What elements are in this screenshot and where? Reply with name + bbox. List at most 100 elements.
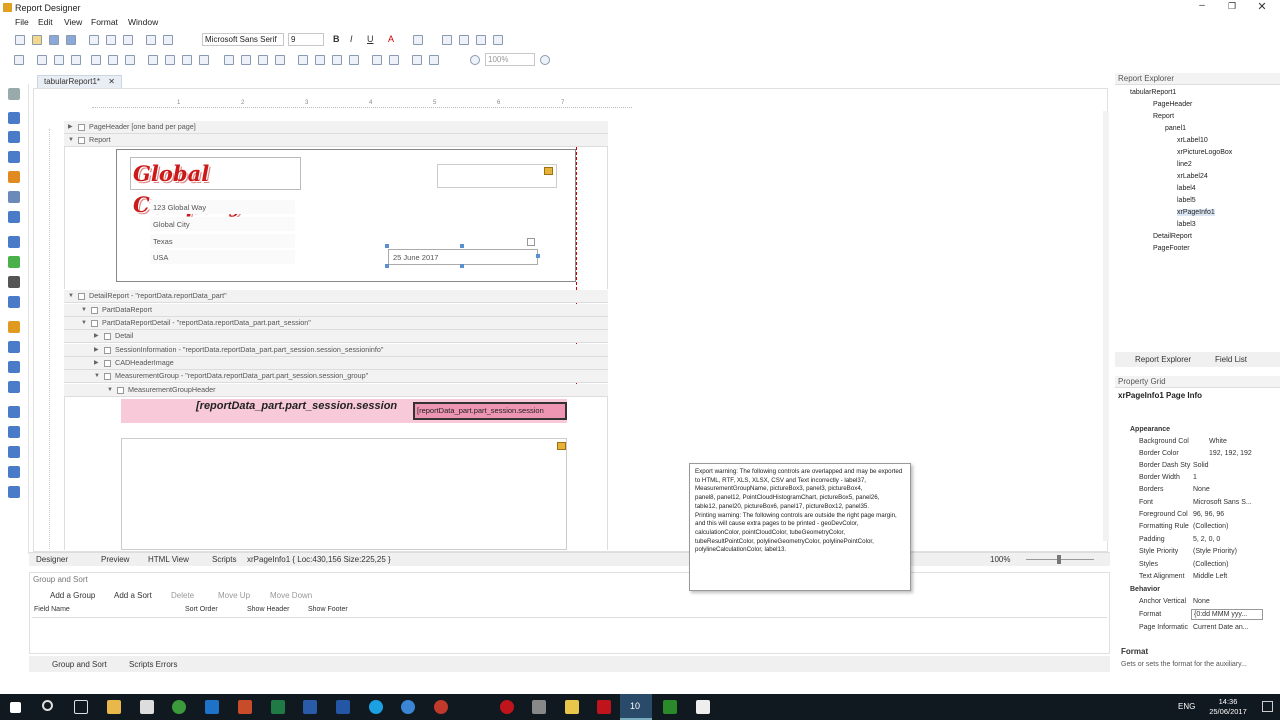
logo-picture-box[interactable] [437,164,557,188]
band-report[interactable]: ▼ Report [64,134,608,147]
tab-group-and-sort[interactable]: Group and Sort [52,660,107,669]
tree-item[interactable]: DetailReport [1153,233,1192,240]
tab-designer[interactable]: Designer [36,555,68,564]
align-left-icon[interactable] [442,35,452,45]
save-all-icon[interactable] [66,35,76,45]
tree-item[interactable]: PageHeader [1153,101,1192,108]
subreport-tool-icon[interactable] [8,466,20,478]
tab-scripts[interactable]: Scripts [212,555,236,564]
center-vertically-icon[interactable] [389,55,399,65]
picture-tool-icon[interactable] [8,171,20,183]
app-b-icon[interactable] [336,700,350,714]
band-cad-header-image[interactable]: ▶ CADHeaderImage [64,357,608,370]
band-part-data-report[interactable]: ▼ PartDataReport [64,304,608,317]
store-icon[interactable] [140,700,154,714]
selection-handle[interactable] [385,244,389,248]
close-button[interactable]: ✕ [1256,0,1268,15]
v-spacing-decrease-icon[interactable] [332,55,342,65]
same-width-icon[interactable] [148,55,158,65]
cad-picture-box[interactable] [121,438,567,550]
toc-tool-icon[interactable] [8,486,20,498]
forecolor-icon[interactable]: A [388,34,394,44]
notifications-icon[interactable] [1262,701,1273,712]
checkbox-tool-icon[interactable] [8,131,20,143]
tree-item[interactable]: xrLabel24 [1177,173,1208,180]
align-bottoms-icon[interactable] [125,55,135,65]
menu-format[interactable]: Format [91,17,118,27]
tree-item[interactable]: panel1 [1165,125,1186,132]
selection-handle[interactable] [460,244,464,248]
tab-close-icon[interactable]: ✕ [108,77,115,86]
app-red-icon[interactable] [434,700,448,714]
smart-tag-icon[interactable] [527,238,535,246]
browser-icon[interactable] [401,700,415,714]
company-logo[interactable]: Global Company [130,157,301,217]
app-terminal-icon[interactable] [696,700,710,714]
powerpoint-icon[interactable] [238,700,252,714]
table-tool-icon[interactable] [8,211,20,223]
chrome-icon[interactable] [172,700,186,714]
h-spacing-equal-icon[interactable] [224,55,234,65]
prop-value[interactable]: Solid [1193,462,1209,469]
add-sort-button[interactable]: Add a Sort [114,591,152,600]
category-appearance[interactable]: Appearance [1130,426,1170,433]
menu-edit[interactable]: Edit [38,17,53,27]
barcode-tool-icon[interactable] [8,276,20,288]
panel-tool-icon[interactable] [8,191,20,203]
tree-item[interactable]: xrPictureLogoBox [1177,149,1232,156]
same-height-icon[interactable] [182,55,192,65]
richtext-tool-icon[interactable] [8,151,20,163]
h-spacing-increase-icon[interactable] [241,55,251,65]
new-icon[interactable] [15,35,25,45]
size-to-grid-icon[interactable] [165,55,175,65]
prop-value[interactable]: None [1193,598,1210,605]
word-icon[interactable] [303,700,317,714]
clock-time[interactable]: 14:36 [1210,697,1246,706]
address-line-3[interactable]: Texas [150,234,295,248]
move-up-button[interactable]: Move Up [218,591,250,600]
tree-item[interactable]: PageFooter [1153,245,1190,252]
v-spacing-equal-icon[interactable] [298,55,308,65]
clock-date[interactable]: 25/06/2017 [1208,707,1248,716]
cut-icon[interactable] [89,35,99,45]
line-tool-icon[interactable] [8,236,20,248]
font-size-combo[interactable]: 9 [288,33,324,46]
tree-item[interactable]: label5 [1177,197,1196,204]
category-behavior[interactable]: Behavior [1130,586,1160,593]
band-detail-report[interactable]: ▼ DetailReport - "reportData.reportData_… [64,290,608,303]
prop-value[interactable]: Current Date an... [1193,624,1249,631]
minimize-button[interactable]: – [1196,0,1208,15]
band-page-header[interactable]: ▶ PageHeader [one band per page] [64,121,608,134]
align-grid-icon[interactable] [14,55,24,65]
tree-item[interactable]: line2 [1177,161,1192,168]
task-view-icon[interactable] [74,700,88,714]
prop-value[interactable]: (Collection) [1193,523,1228,530]
pagebreak-tool-icon[interactable] [8,406,20,418]
band-part-data-report-detail[interactable]: ▼ PartDataReportDetail - "reportData.rep… [64,317,608,330]
language-indicator[interactable]: ENG [1178,702,1195,711]
zoom-out-icon[interactable] [470,55,480,65]
selection-handle[interactable] [460,264,464,268]
tree-item-selected[interactable]: xrPageInfo1 [1177,209,1215,216]
file-explorer-icon[interactable] [107,700,121,714]
prop-value[interactable]: White [1209,438,1227,445]
prop-value[interactable]: Middle Left [1193,573,1227,580]
copy-icon[interactable] [106,35,116,45]
gauge-tool-icon[interactable] [8,361,20,373]
move-down-button[interactable]: Move Down [270,591,312,600]
paste-icon[interactable] [123,35,133,45]
notes-icon[interactable] [565,700,579,714]
shape-tool-icon[interactable] [8,256,20,268]
selection-handle[interactable] [385,264,389,268]
zipcode-tool-icon[interactable] [8,296,20,308]
tab-scripts-errors[interactable]: Scripts Errors [129,660,177,669]
page-info-date[interactable]: 25 June 2017 [388,249,538,265]
bring-to-front-icon[interactable] [412,55,422,65]
align-rights-icon[interactable] [71,55,81,65]
format-value-input[interactable]: {0:dd MMM yyy... [1191,609,1263,620]
delete-button[interactable]: Delete [171,591,194,600]
app-green-icon[interactable] [663,700,677,714]
pointer-icon[interactable] [8,88,20,100]
h-spacing-decrease-icon[interactable] [258,55,268,65]
prop-value[interactable]: (Style Priority) [1193,548,1237,555]
